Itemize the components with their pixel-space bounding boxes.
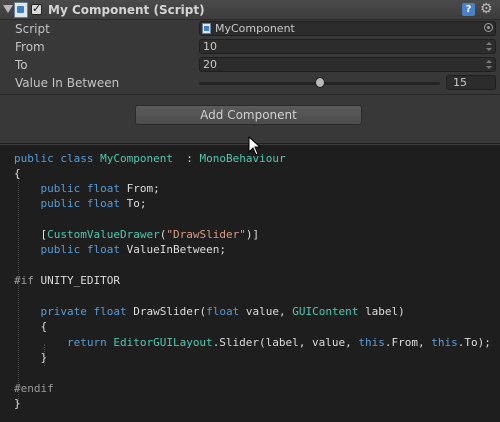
code-token: [ — [14, 228, 48, 241]
code-line: public class MyComponent : MonoBehaviour — [14, 151, 286, 166]
to-stepper-icon[interactable] — [486, 60, 492, 69]
code-token: .Slider(label, value, — [212, 336, 359, 349]
code-token: public — [40, 182, 87, 195]
code-token: EditorGUILayout — [113, 336, 213, 349]
code-token: public — [40, 197, 87, 210]
code-token: public — [14, 152, 61, 165]
code-panel: public class MyComponent : MonoBehaviour… — [0, 144, 500, 422]
object-picker-icon[interactable] — [484, 23, 493, 32]
code-line: #if UNITY_EDITOR — [14, 273, 120, 288]
code-token: float — [86, 182, 127, 195]
code-token: MyComponent — [100, 152, 173, 165]
script-asset-icon — [202, 23, 211, 34]
value-slider-thumb[interactable] — [314, 77, 325, 88]
code-token: return — [66, 336, 114, 349]
code-token: MonoBehaviour — [199, 152, 286, 165]
script-icon — [14, 2, 28, 18]
code-token: DrawSlider( — [133, 305, 207, 318]
code-token: this — [431, 336, 458, 349]
code-token: label) — [365, 305, 405, 318]
code-token: value, — [245, 305, 293, 318]
to-value: 20 — [203, 58, 217, 71]
code-token: float — [86, 197, 127, 210]
code-token: UNITY_EDITOR — [40, 274, 120, 287]
value-in-between-field[interactable]: 15 — [446, 75, 496, 90]
code-line: #endif — [14, 381, 54, 396]
script-row: Script MyComponent — [0, 20, 500, 38]
code-token: { — [14, 167, 21, 180]
code-token: } — [14, 397, 21, 410]
script-object-field[interactable]: MyComponent — [199, 21, 496, 36]
code-token: )] — [245, 228, 260, 241]
code-token: #endif — [14, 382, 54, 395]
code-line: public float ValueInBetween; — [14, 242, 226, 257]
code-line: public float From; — [14, 181, 160, 196]
code-token: "DrawSlider" — [166, 228, 246, 241]
component-enabled-checkbox[interactable] — [31, 2, 42, 15]
code-token: GUIContent — [292, 305, 366, 318]
code-token: float — [86, 243, 127, 256]
help-icon[interactable]: ? — [462, 3, 475, 16]
mouse-cursor-icon — [248, 136, 262, 156]
code-token: private — [40, 305, 94, 318]
from-row: From 10 — [0, 38, 500, 56]
from-stepper-icon[interactable] — [486, 42, 492, 51]
script-object-value: MyComponent — [215, 22, 295, 35]
code-line: { — [14, 166, 21, 181]
code-token: : — [172, 152, 200, 165]
code-token: ValueInBetween; — [126, 243, 226, 256]
value-in-between-label: Value In Between — [15, 76, 120, 90]
code-token: this — [358, 336, 385, 349]
code-token: .From, — [384, 336, 432, 349]
add-component-button[interactable]: Add Component — [135, 105, 362, 125]
foldout-arrow-icon[interactable] — [3, 5, 13, 13]
code-token: public — [40, 243, 87, 256]
code-token: float — [206, 305, 246, 318]
value-in-between-value: 15 — [453, 76, 467, 89]
code-token: CustomValueDrawer — [47, 228, 160, 241]
code-line: } — [14, 396, 21, 411]
code-line: public float To; — [14, 196, 147, 211]
code-line: { — [14, 319, 47, 334]
to-row: To 20 — [0, 56, 500, 74]
value-in-between-row: Value In Between 15 — [0, 74, 500, 92]
component-header[interactable]: My Component (Script) ? ⚙ — [0, 0, 500, 20]
gear-icon[interactable]: ⚙ — [480, 1, 493, 17]
to-label: To — [15, 58, 28, 72]
code-token: To; — [126, 197, 147, 210]
code-line: [CustomValueDrawer("DrawSlider")] — [14, 227, 259, 242]
code-token: #if — [14, 274, 41, 287]
from-field[interactable]: 10 — [199, 39, 496, 54]
script-label: Script — [15, 22, 50, 36]
from-label: From — [15, 40, 45, 54]
component-title: My Component (Script) — [48, 3, 205, 17]
code-line: private float DrawSlider(float value, GU… — [14, 304, 405, 319]
code-token: } — [14, 351, 48, 364]
code-token: From; — [126, 182, 160, 195]
code-token: .To); — [457, 336, 491, 349]
code-token: class — [60, 152, 101, 165]
code-token: { — [14, 320, 48, 333]
code-line: } — [14, 350, 47, 365]
from-value: 10 — [203, 40, 217, 53]
code-token: float — [93, 305, 134, 318]
inspector-panel: My Component (Script) ? ⚙ Script MyCompo… — [0, 0, 500, 143]
divider — [0, 94, 500, 95]
to-field[interactable]: 20 — [199, 57, 496, 72]
code-line: return EditorGUILayout.Slider(label, val… — [14, 335, 491, 350]
